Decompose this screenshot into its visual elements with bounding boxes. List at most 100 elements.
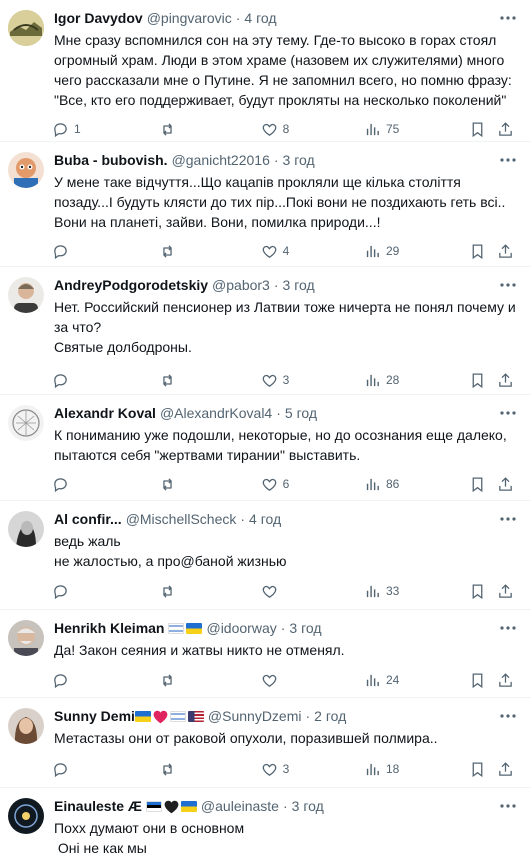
share-button[interactable]: [497, 372, 517, 389]
like-button[interactable]: 3: [261, 761, 364, 778]
bookmark-button[interactable]: [469, 121, 497, 138]
author-handle[interactable]: @pabor3: [212, 276, 270, 295]
avatar[interactable]: [8, 277, 44, 313]
more-options-icon[interactable]: [499, 10, 517, 26]
like-button[interactable]: 8: [261, 121, 364, 138]
author-name[interactable]: AndreyPodgorodetskiy: [54, 276, 208, 295]
share-button[interactable]: [497, 583, 517, 600]
author-handle[interactable]: @MischellScheck: [126, 510, 237, 529]
avatar[interactable]: [8, 620, 44, 656]
author-name[interactable]: Igor Davydov: [54, 9, 143, 28]
tweet[interactable]: AndreyPodgorodetskiy @pabor3 · 3 год Нет…: [0, 267, 531, 395]
timestamp[interactable]: 2 год: [314, 707, 346, 726]
author-handle[interactable]: @pingvarovic: [147, 9, 232, 28]
reply-button[interactable]: [52, 672, 159, 689]
author-name[interactable]: Alexandr Koval: [54, 404, 156, 423]
reply-button[interactable]: [52, 583, 159, 600]
bookmark-icon: [472, 243, 483, 259]
tweet-text-content: ведь жаль не жалостью, а про@баной жизнь…: [54, 533, 287, 569]
avatar[interactable]: [8, 511, 44, 547]
views-button[interactable]: 24: [364, 672, 469, 689]
retweet-button[interactable]: [159, 761, 260, 778]
author-handle[interactable]: @auleinaste: [201, 797, 279, 816]
author-name[interactable]: Einauleste Æ: [54, 797, 142, 816]
tweet-text: Нет. Российский пенсионер из Латвии тоже…: [54, 297, 517, 357]
reply-button[interactable]: [52, 761, 159, 778]
tweet[interactable]: Einauleste Æ @auleinaste · 3 год Поxx ду…: [0, 788, 531, 860]
more-options-icon[interactable]: [499, 620, 517, 636]
bookmark-button[interactable]: [469, 372, 497, 389]
bookmark-icon: [472, 121, 483, 137]
retweet-button[interactable]: [159, 583, 260, 600]
share-upload-icon: [499, 243, 512, 258]
author-name[interactable]: Buba - bubovish.: [54, 151, 168, 170]
timestamp[interactable]: 5 год: [285, 404, 317, 423]
tweet[interactable]: Alexandr Koval @AlexandrKoval4 · 5 год К…: [0, 395, 531, 501]
views-button[interactable]: 75: [364, 121, 469, 138]
retweet-button[interactable]: [159, 476, 260, 493]
like-button[interactable]: [261, 583, 364, 600]
author-name[interactable]: Henrikh Kleiman: [54, 619, 164, 638]
separator-dot: ·: [240, 511, 246, 527]
retweet-button[interactable]: [159, 372, 260, 389]
bookmark-button[interactable]: [469, 672, 497, 689]
bookmark-button[interactable]: [469, 583, 497, 600]
more-options-icon[interactable]: [499, 511, 517, 527]
like-heart-icon: [262, 585, 276, 598]
author-handle[interactable]: @idoorway: [206, 619, 276, 638]
author-name[interactable]: Sunny Demi: [54, 707, 135, 726]
tweet[interactable]: Al confir... @MischellScheck · 4 год вед…: [0, 501, 531, 610]
action-bar: 1 8 75: [52, 110, 517, 141]
avatar[interactable]: [8, 798, 44, 834]
timestamp[interactable]: 3 год: [289, 619, 321, 638]
views-button[interactable]: 28: [364, 372, 469, 389]
like-button[interactable]: 4: [261, 243, 364, 260]
reply-icon: [54, 122, 67, 137]
more-options-icon[interactable]: [499, 277, 517, 293]
tweet[interactable]: Henrikh Kleiman @idoorway · 3 год Да! За…: [0, 610, 531, 698]
retweet-button[interactable]: [159, 672, 260, 689]
views-button[interactable]: 86: [364, 476, 469, 493]
more-options-icon[interactable]: [499, 152, 517, 168]
timestamp[interactable]: 4 год: [249, 510, 281, 529]
more-options-icon[interactable]: [499, 708, 517, 724]
avatar[interactable]: [8, 152, 44, 188]
timestamp[interactable]: 3 год: [292, 797, 324, 816]
avatar[interactable]: [8, 10, 44, 46]
tweet[interactable]: Igor Davydov @pingvarovic · 4 год Мне ср…: [0, 0, 531, 142]
share-button[interactable]: [497, 121, 517, 138]
author-handle[interactable]: @ganicht22016: [172, 151, 270, 170]
reply-button[interactable]: 1: [52, 121, 159, 138]
views-button[interactable]: 29: [364, 243, 469, 260]
more-options-icon[interactable]: [499, 798, 517, 814]
share-button[interactable]: [497, 672, 517, 689]
like-heart-icon: [262, 478, 276, 491]
timestamp[interactable]: 4 год: [244, 9, 276, 28]
share-button[interactable]: [497, 476, 517, 493]
bookmark-button[interactable]: [469, 243, 497, 260]
views-button[interactable]: 18: [364, 761, 469, 778]
views-button[interactable]: 33: [364, 583, 469, 600]
timestamp[interactable]: 3 год: [283, 151, 315, 170]
tweet[interactable]: Sunny Demi @SunnyDzemi · 2 год Метастазы…: [0, 698, 531, 788]
like-button[interactable]: 3: [261, 372, 364, 389]
timestamp[interactable]: 3 год: [283, 276, 315, 295]
bookmark-button[interactable]: [469, 761, 497, 778]
avatar[interactable]: [8, 405, 44, 441]
share-button[interactable]: [497, 243, 517, 260]
author-handle[interactable]: @AlexandrKoval4: [160, 404, 272, 423]
reply-button[interactable]: [52, 243, 159, 260]
bookmark-button[interactable]: [469, 476, 497, 493]
reply-button[interactable]: [52, 476, 159, 493]
author-handle[interactable]: @SunnyDzemi: [208, 707, 302, 726]
reply-button[interactable]: [52, 372, 159, 389]
like-button[interactable]: [261, 672, 364, 689]
avatar[interactable]: [8, 708, 44, 744]
author-name[interactable]: Al confir...: [54, 510, 122, 529]
retweet-button[interactable]: [159, 121, 260, 138]
share-button[interactable]: [497, 761, 517, 778]
retweet-button[interactable]: [159, 243, 260, 260]
tweet[interactable]: Buba - bubovish. @ganicht22016 · 3 год У…: [0, 142, 531, 267]
more-options-icon[interactable]: [499, 405, 517, 421]
like-button[interactable]: 6: [261, 476, 364, 493]
